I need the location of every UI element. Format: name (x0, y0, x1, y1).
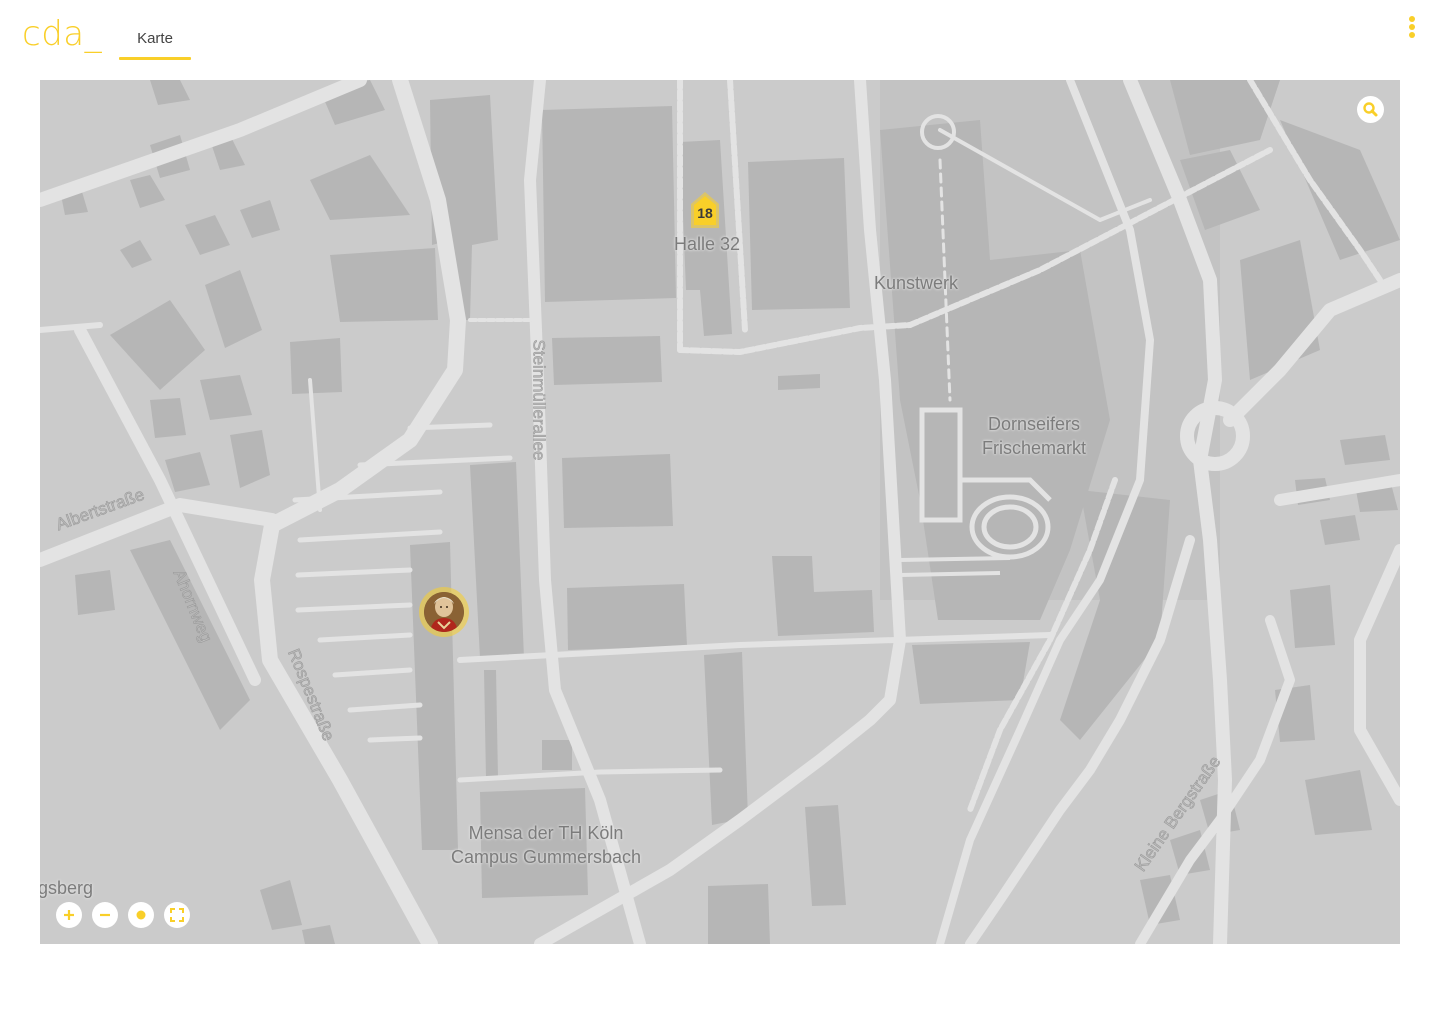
search-icon (1363, 102, 1378, 117)
fullscreen-icon (170, 908, 184, 922)
fullscreen-button[interactable] (164, 902, 190, 928)
label-partial-place: gsberg (40, 878, 94, 898)
tab-karte[interactable]: Karte (119, 22, 191, 60)
minus-icon (100, 913, 110, 917)
dot-icon (136, 910, 146, 920)
cluster-marker[interactable]: 18 (689, 190, 721, 230)
app-logo[interactable]: cda_ (22, 14, 102, 54)
portrait-avatar-icon (424, 592, 464, 632)
zoom-in-button[interactable] (56, 902, 82, 928)
label-mensa-line1: Mensa der TH Köln (468, 823, 624, 843)
label-dornseifers-line2: Frischemarkt (981, 438, 1086, 458)
map-search-button[interactable] (1357, 96, 1384, 123)
zoom-out-button[interactable] (92, 902, 118, 928)
tab-label: Karte (137, 30, 173, 47)
locate-button[interactable] (128, 902, 154, 928)
active-tab-indicator (119, 57, 191, 60)
avatar-marker[interactable] (419, 587, 469, 637)
cluster-count: 18 (697, 205, 713, 221)
label-dornseifers-line1: Dornseifers (987, 414, 1081, 434)
label-mensa-line2: Campus Gummersbach (450, 847, 642, 867)
app-header: cda_ Karte (0, 0, 1440, 80)
street-steinmuellerallee: Steinmüllerallee (529, 339, 549, 461)
label-halle-32: Halle 32 (673, 234, 741, 254)
more-vertical-icon[interactable] (1404, 14, 1420, 40)
plus-icon (64, 910, 74, 920)
label-kunstwerk: Kunstwerk (873, 273, 959, 293)
map-view[interactable]: Halle 32 Kunstwerk Dornseifers Frischema… (40, 80, 1400, 944)
